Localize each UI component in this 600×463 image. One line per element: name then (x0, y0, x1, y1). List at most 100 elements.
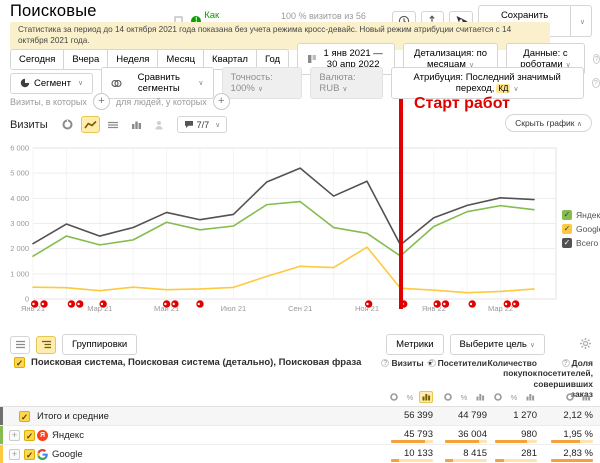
people-chart-type-button[interactable] (150, 116, 169, 133)
groupings-button[interactable]: Группировки (62, 334, 137, 355)
svg-text:6 000: 6 000 (10, 144, 29, 153)
save-report-dropdown[interactable]: ∨ (571, 5, 592, 37)
svg-text:Июл 21: Июл 21 (221, 304, 247, 313)
table-row-google[interactable]: + ✓ Google 10 133 8 415 281 2,83 % (0, 445, 600, 463)
accuracy-chip[interactable]: Точность: 100%∨ (222, 67, 303, 99)
row-checkbox[interactable]: ✓ (24, 449, 35, 460)
row-checkbox[interactable]: ✓ (19, 411, 30, 422)
comment-bubble-icon (184, 120, 194, 129)
row-label[interactable]: Google (52, 449, 83, 460)
visits-value: 10 133 (404, 448, 433, 459)
row-checkbox[interactable]: ✓ (24, 430, 35, 441)
svg-text:4 000: 4 000 (10, 194, 29, 203)
column-chart-type-button[interactable] (127, 116, 146, 133)
row-label[interactable]: Итого и средние (37, 411, 109, 422)
chart-metric-label: Визиты (10, 119, 48, 131)
start-works-annotation-line (399, 99, 403, 309)
percent-mode-icon[interactable]: % (403, 391, 417, 403)
share-bar (551, 459, 593, 462)
info-icon: ? (562, 359, 570, 367)
help-icon[interactable]: ? (592, 78, 600, 88)
pie-mode-icon[interactable] (441, 391, 455, 403)
pie-mode-icon[interactable] (563, 391, 577, 403)
percent-mode-icon[interactable]: % (507, 391, 521, 403)
google-legend-checkbox[interactable]: ✓ (562, 224, 572, 234)
row-color-strip (0, 407, 3, 425)
pie-mode-icon[interactable] (491, 391, 505, 403)
flat-list-toggle[interactable] (10, 336, 30, 354)
legend-item-yandex[interactable]: ✓Яндекс (562, 210, 600, 220)
chevron-down-icon: ∨ (580, 19, 585, 26)
purchases-value: 1 270 (513, 410, 537, 421)
line-chart-type-button[interactable] (81, 116, 100, 133)
visitors-value: 8 415 (463, 448, 487, 459)
comments-count: 7/7 (197, 120, 210, 130)
visits-line-chart[interactable]: 01 0002 0003 0004 0005 0006 000Янв 21Мар… (0, 140, 600, 322)
metrics-button[interactable]: Метрики (386, 334, 443, 355)
select-goal-label: Выберите цель (460, 339, 527, 350)
percent-mode-icon[interactable]: % (457, 391, 471, 403)
dimensions-checkbox[interactable]: ✓ (14, 357, 25, 368)
chart-legend: ✓Яндекс ✓ Google ✓Всего (562, 210, 600, 248)
calendar-icon (307, 54, 317, 64)
visitors-value: 44 799 (458, 410, 487, 421)
attribution-label: Атрибуция: Последний значимый переход, (413, 72, 560, 94)
segment-button[interactable]: Сегмент ∨ (10, 73, 93, 94)
metrica-search-engines-report: Поисковые системы ! Как использовать 100… (0, 0, 600, 463)
purchases-bar (495, 459, 537, 462)
visitors-bar (445, 459, 487, 462)
svg-text:3 000: 3 000 (10, 219, 29, 228)
add-people-filter-button[interactable]: + (213, 93, 230, 110)
dimensions-row: ✓ Поисковая система, Поисковая система (… (14, 357, 361, 368)
chevron-down-icon: ∨ (215, 121, 220, 129)
visits-bar (391, 440, 433, 443)
expand-button[interactable]: + (9, 449, 20, 460)
currency-chip[interactable]: Валюта: RUB∨ (310, 67, 382, 99)
segment-label: Сегмент (34, 78, 71, 89)
stacked-chart-type-button[interactable] (104, 116, 123, 133)
table-row-yandex[interactable]: + ✓ Я Яндекс 45 793 36 004 980 1,95 % (0, 426, 600, 445)
filter-bar: Визиты, в которых + для людей, у которых… (10, 93, 230, 110)
total-legend-checkbox[interactable]: ✓ (562, 238, 572, 248)
comments-button[interactable]: 7/7 ∨ (177, 116, 228, 133)
yandex-icon: Я (37, 430, 48, 441)
row-label[interactable]: Яндекс (52, 430, 84, 441)
chevron-down-icon: ∨ (78, 79, 83, 87)
bars-mode-icon[interactable] (579, 391, 593, 403)
add-visit-filter-button[interactable]: + (93, 93, 110, 110)
select-goal-button[interactable]: Выберите цель∨ (450, 334, 545, 355)
purchases-bar (495, 440, 537, 443)
legend-item-total[interactable]: ✓Всего (562, 238, 600, 248)
results-table: ✓ Итого и средние 56 399 44 799 1 270 2,… (0, 406, 600, 463)
chevron-down-icon: ∨ (530, 342, 535, 349)
column-header-visits[interactable]: ?Визиты ▼ (363, 358, 433, 370)
currency-label: Валюта: RUB (319, 72, 355, 94)
svg-text:2 000: 2 000 (10, 244, 29, 253)
table-toolbar-right: Метрики Выберите цель∨ (386, 334, 545, 355)
chevron-down-icon: ∨ (513, 86, 518, 93)
share-display-modes (529, 391, 593, 403)
people-filter-label: для людей, у которых (116, 97, 207, 107)
table-toolbar-left: Группировки (10, 334, 137, 355)
expand-button[interactable]: + (9, 430, 20, 441)
tree-list-toggle[interactable] (36, 336, 56, 354)
pie-mode-icon[interactable] (387, 391, 401, 403)
column-header-visitors[interactable]: ?Посетители (427, 358, 487, 368)
hide-chart-button[interactable]: Скрыть график ∧ (505, 114, 592, 132)
settings-gear-icon[interactable] (579, 337, 592, 350)
accuracy-label: Точность: 100% (231, 72, 273, 94)
legend-label: Google (576, 224, 600, 234)
hide-chart-label: Скрыть график (515, 118, 574, 128)
table-row-total[interactable]: ✓ Итого и средние 56 399 44 799 1 270 2,… (0, 407, 600, 426)
help-icon[interactable]: ? (593, 54, 600, 64)
yandex-legend-checkbox[interactable]: ✓ (562, 210, 572, 220)
pie-chart-type-button[interactable] (58, 116, 77, 133)
google-icon (37, 449, 48, 460)
svg-text:Сен 21: Сен 21 (288, 304, 312, 313)
svg-text:1 000: 1 000 (10, 269, 29, 278)
legend-item-google[interactable]: ✓ Google (562, 224, 600, 234)
chevron-down-icon: ∨ (258, 86, 263, 93)
visits-value: 45 793 (404, 429, 433, 440)
svg-text:5 000: 5 000 (10, 169, 29, 178)
dimensions-label[interactable]: Поисковая система, Поисковая система (де… (31, 357, 361, 368)
